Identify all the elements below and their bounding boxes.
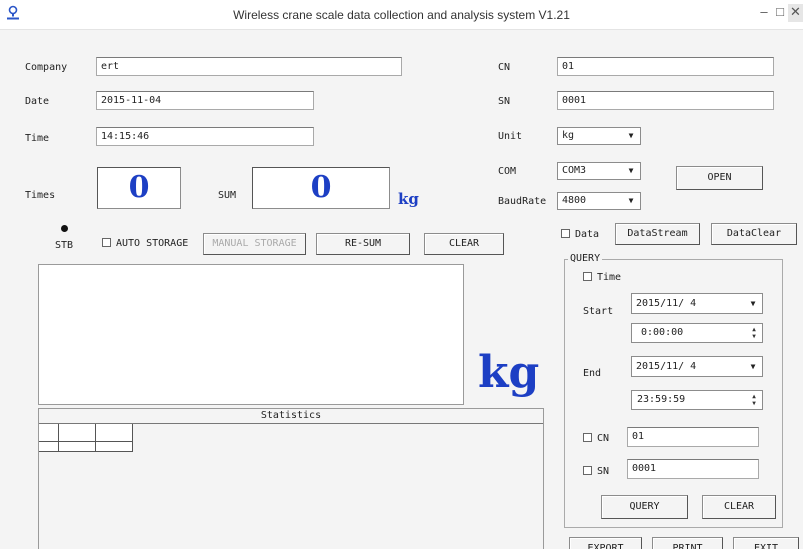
datastream-button[interactable]: DataStream [615,223,700,245]
sum-label: SUM [218,190,237,201]
com-label: COM [498,166,517,177]
time-checkbox-label: Time [597,272,622,283]
checkbox-box [561,229,570,238]
sn-field[interactable]: 0001 [557,91,774,110]
time-label: Time [25,133,50,144]
unit-select[interactable]: kg ▼ [557,127,641,145]
baudrate-label: BaudRate [498,196,547,207]
cn-field[interactable]: 01 [557,57,774,76]
print-button[interactable]: PRINT [652,537,723,549]
dropdown-arrow-icon: ▼ [628,131,634,140]
company-label: Company [25,62,68,73]
end-label: End [583,368,602,379]
query-cn-field[interactable]: 01 [627,427,759,447]
window-title: Wireless crane scale data collection and… [233,8,570,22]
weight-display-area [38,264,464,405]
dropdown-arrow-icon: ▼ [750,299,756,308]
manual-storage-button[interactable]: MANUAL STORAGE [203,233,306,255]
dataclear-button[interactable]: DataClear [711,223,797,245]
query-group-title: QUERY [568,253,603,264]
spinner-arrows-icon: ▲ ▼ [752,393,756,407]
unit-select-value: kg [562,130,575,141]
date-label: Date [25,96,50,107]
checkbox-box [583,433,592,442]
start-date-picker[interactable]: 2015/11/ 4 ▼ [631,293,763,314]
minimize-icon[interactable]: – [756,4,772,22]
query-sn-checkbox[interactable]: SN [583,466,609,477]
baudrate-select[interactable]: 4800 ▼ [557,192,641,210]
end-date-value: 2015/11/ 4 [636,361,697,372]
time-field[interactable]: 14:15:46 [96,127,314,146]
com-select[interactable]: COM3 ▼ [557,162,641,180]
date-field[interactable]: 2015-11-04 [96,91,314,110]
dropdown-arrow-icon: ▼ [750,362,756,371]
statistics-cell [59,424,96,442]
maximize-icon[interactable]: □ [774,4,786,22]
statistics-cell [96,424,133,442]
sum-unit: kg [398,190,419,208]
start-date-value: 2015/11/ 4 [636,298,697,309]
statistics-panel: Statistics [38,408,544,549]
end-date-picker[interactable]: 2015/11/ 4 ▼ [631,356,763,377]
title-bar: Wireless crane scale data collection and… [0,0,803,30]
open-button[interactable]: OPEN [676,166,763,190]
times-value: 0 [97,167,181,209]
com-select-value: COM3 [562,165,587,176]
time-checkbox[interactable]: Time [583,272,621,283]
company-field[interactable]: ert [96,57,402,76]
data-checkbox-label: Data [575,229,600,240]
statistics-cell [39,442,59,452]
query-cn-label: CN [597,433,610,444]
data-checkbox[interactable]: Data [561,229,599,240]
times-label: Times [25,190,56,201]
start-time-value: 0:00:00 [641,327,684,338]
auto-storage-label: AUTO STORAGE [116,238,189,249]
close-icon[interactable]: ✕ [788,4,803,22]
export-button[interactable]: EXPORT [569,537,642,549]
checkbox-box [583,272,592,281]
sn-label: SN [498,96,511,107]
start-label: Start [583,306,614,317]
end-time-value: 23:59:59 [637,394,686,405]
query-sn-field[interactable]: 0001 [627,459,759,479]
start-time-spinner[interactable]: 0:00:00 ▲ ▼ [631,323,763,343]
query-sn-label: SN [597,466,610,477]
query-clear-button[interactable]: CLEAR [702,495,776,519]
stb-indicator [61,225,68,232]
cn-label: CN [498,62,511,73]
statistics-cell [96,442,133,452]
checkbox-box [583,466,592,475]
exit-button[interactable]: EXIT [733,537,799,549]
re-sum-button[interactable]: RE-SUM [316,233,410,255]
clear-button[interactable]: CLEAR [424,233,504,255]
sum-value: 0 [252,167,390,209]
app-window: Wireless crane scale data collection and… [0,0,803,549]
statistics-cell [59,442,96,452]
query-cn-checkbox[interactable]: CN [583,433,609,444]
display-unit: kg [478,347,540,398]
unit-label: Unit [498,131,523,142]
spinner-arrows-icon: ▲ ▼ [752,326,756,340]
stb-label: STB [55,240,74,251]
auto-storage-checkbox[interactable]: AUTO STORAGE [102,238,188,249]
statistics-title: Statistics [39,409,543,424]
statistics-cell [39,424,59,442]
dropdown-arrow-icon: ▼ [628,166,634,175]
dropdown-arrow-icon: ▼ [628,196,634,205]
baudrate-select-value: 4800 [562,195,587,206]
query-button[interactable]: QUERY [601,495,688,519]
checkbox-box [102,238,111,247]
end-time-spinner[interactable]: 23:59:59 ▲ ▼ [631,390,763,410]
